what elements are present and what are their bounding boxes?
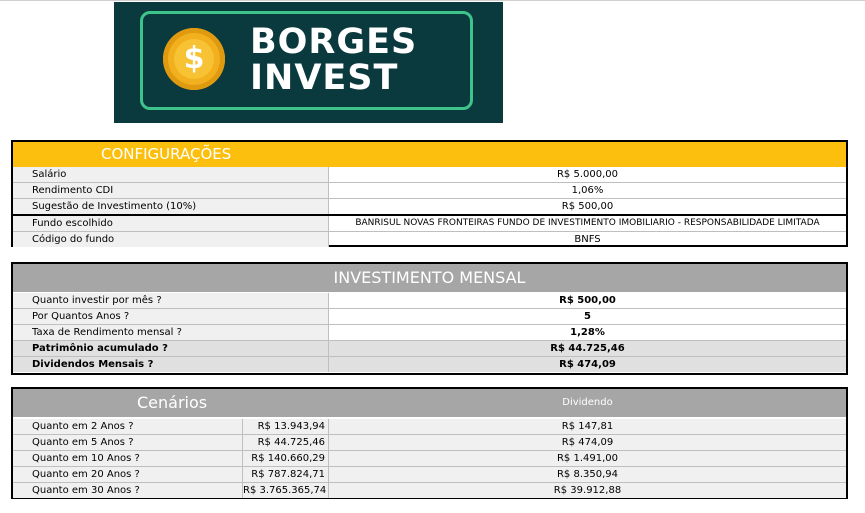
config-label: Fundo escolhido [13, 216, 329, 231]
monthly-label: Dividendos Mensais ? [13, 357, 329, 372]
dollar-coin-icon: $ [163, 28, 225, 90]
scenario-value-cell[interactable]: R$ 13.943,94 [243, 419, 329, 434]
monthly-row: Por Quantos Anos ? 5 [13, 309, 846, 325]
scenarios-title: Cenários [137, 393, 208, 412]
config-row-fundo: Fundo escolhido BANRISUL NOVAS FRONTEIRA… [13, 216, 846, 232]
scenario-dividend-cell[interactable]: R$ 474,09 [329, 435, 846, 450]
config-row-codigo: Código do fundo BNFS [13, 232, 846, 248]
config-value-cell[interactable]: 1,06% [329, 183, 846, 198]
scenario-row: Quanto em 2 Anos ? R$ 13.943,94 R$ 147,8… [13, 419, 846, 435]
logo-line2: INVEST [250, 58, 399, 98]
scenarios-panel: Cenários Dividendo Quanto em 2 Anos ? R$… [11, 387, 848, 499]
config-value-cell[interactable]: R$ 5.000,00 [329, 167, 846, 182]
scenarios-header: Cenários Dividendo [13, 389, 846, 417]
scenario-row: Quanto em 5 Anos ? R$ 44.725,46 R$ 474,0… [13, 435, 846, 451]
config-row-sugestao: Sugestão de Investimento (10%) R$ 500,00 [13, 199, 846, 216]
monthly-label: Quanto investir por mês ? [13, 293, 329, 308]
monthly-row: Patrimônio acumulado ? R$ 44.725,46 [13, 341, 846, 357]
config-row-salario: Salário R$ 5.000,00 [13, 167, 846, 183]
config-label: Salário [13, 167, 329, 182]
monthly-value-cell[interactable]: R$ 474,09 [329, 357, 846, 372]
scenario-value-cell[interactable]: R$ 3.765.365,74 [243, 483, 329, 498]
scenario-label: Quanto em 30 Anos ? [13, 483, 243, 498]
scenario-label: Quanto em 2 Anos ? [13, 419, 243, 434]
scenario-label: Quanto em 20 Anos ? [13, 467, 243, 482]
monthly-label: Taxa de Rendimento mensal ? [13, 325, 329, 340]
config-panel: CONFIGURAÇÕES Salário R$ 5.000,00 Rendim… [11, 140, 848, 247]
scenario-label: Quanto em 5 Anos ? [13, 435, 243, 450]
monthly-value-cell[interactable]: 1,28% [329, 325, 846, 340]
config-header: CONFIGURAÇÕES [13, 142, 846, 167]
scenario-dividend-cell[interactable]: R$ 39.912,88 [329, 483, 846, 498]
monthly-row: Taxa de Rendimento mensal ? 1,28% [13, 325, 846, 341]
dollar-symbol: $ [174, 39, 214, 79]
monthly-row: Quanto investir por mês ? R$ 500,00 [13, 293, 846, 309]
scenario-dividend-cell[interactable]: R$ 147,81 [329, 419, 846, 434]
logo-line1: BORGES [250, 22, 418, 62]
scenario-dividend-cell[interactable]: R$ 1.491,00 [329, 451, 846, 466]
dividend-column-header: Dividendo [562, 397, 613, 408]
config-value-cell[interactable]: R$ 500,00 [329, 199, 846, 214]
monthly-value-cell[interactable]: R$ 44.725,46 [329, 341, 846, 356]
monthly-header: INVESTIMENTO MENSAL [13, 264, 846, 292]
logo-text: BORGES INVEST [250, 24, 417, 96]
top-border-line [0, 0, 865, 1]
scenario-row: Quanto em 20 Anos ? R$ 787.824,71 R$ 8.3… [13, 467, 846, 483]
monthly-investment-panel: INVESTIMENTO MENSAL Quanto investir por … [11, 262, 848, 375]
monthly-label: Patrimônio acumulado ? [13, 341, 329, 356]
config-label: Rendimento CDI [13, 183, 329, 198]
scenario-value-cell[interactable]: R$ 787.824,71 [243, 467, 329, 482]
scenario-row: Quanto em 30 Anos ? R$ 3.765.365,74 R$ 3… [13, 483, 846, 499]
scenario-value-cell[interactable]: R$ 44.725,46 [243, 435, 329, 450]
scenario-label: Quanto em 10 Anos ? [13, 451, 243, 466]
monthly-title: INVESTIMENTO MENSAL [333, 268, 526, 287]
borges-invest-logo: $ BORGES INVEST [114, 2, 503, 123]
scenario-row: Quanto em 10 Anos ? R$ 140.660,29 R$ 1.4… [13, 451, 846, 467]
config-value-cell[interactable]: BANRISUL NOVAS FRONTEIRAS FUNDO DE INVES… [329, 216, 846, 231]
scenario-dividend-cell[interactable]: R$ 8.350,94 [329, 467, 846, 482]
monthly-row: Dividendos Mensais ? R$ 474,09 [13, 357, 846, 373]
config-label: Sugestão de Investimento (10%) [13, 199, 329, 214]
config-row-cdi: Rendimento CDI 1,06% [13, 183, 846, 199]
monthly-value-cell[interactable]: 5 [329, 309, 846, 324]
config-title: CONFIGURAÇÕES [101, 145, 232, 163]
config-label: Código do fundo [13, 232, 329, 247]
scenario-value-cell[interactable]: R$ 140.660,29 [243, 451, 329, 466]
monthly-label: Por Quantos Anos ? [13, 309, 329, 324]
config-value-cell[interactable]: BNFS [329, 232, 846, 247]
monthly-value-cell[interactable]: R$ 500,00 [329, 293, 846, 308]
